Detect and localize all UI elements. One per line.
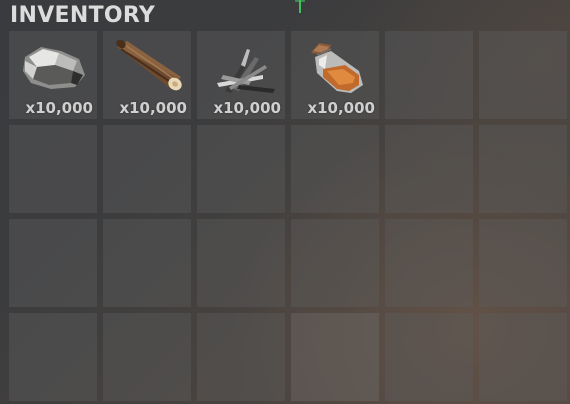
inventory-slot-13[interactable] xyxy=(9,219,97,307)
metal-fragments-icon xyxy=(217,49,275,93)
jar-icon xyxy=(311,43,363,93)
crosshair-marker-icon xyxy=(295,0,305,13)
inventory-slot-21[interactable] xyxy=(197,313,285,401)
item-quantity: x10,000 xyxy=(25,99,93,117)
inventory-slot-11[interactable] xyxy=(385,125,473,213)
stone-icon xyxy=(23,47,85,89)
inventory-slot-3[interactable]: x10,000 xyxy=(197,31,285,119)
inventory-slot-16[interactable] xyxy=(291,219,379,307)
inventory-grid: x10,000 x10,000 x10,000 x10,000 xyxy=(9,31,567,404)
inventory-slot-20[interactable] xyxy=(103,313,191,401)
inventory-slot-19[interactable] xyxy=(9,313,97,401)
inventory-slot-5[interactable] xyxy=(385,31,473,119)
inventory-slot-18[interactable] xyxy=(479,219,567,307)
inventory-slot-14[interactable] xyxy=(103,219,191,307)
inventory-slot-10[interactable] xyxy=(291,125,379,213)
wood-log-icon xyxy=(116,39,182,91)
inventory-slot-6[interactable] xyxy=(479,31,567,119)
inventory-slot-12[interactable] xyxy=(479,125,567,213)
item-quantity: x10,000 xyxy=(213,99,281,117)
inventory-slot-7[interactable] xyxy=(9,125,97,213)
inventory-slot-24[interactable] xyxy=(479,313,567,401)
item-quantity: x10,000 xyxy=(307,99,375,117)
inventory-title: INVENTORY xyxy=(10,3,156,28)
inventory-slot-15[interactable] xyxy=(197,219,285,307)
item-quantity: x10,000 xyxy=(119,99,187,117)
inventory-slot-23[interactable] xyxy=(385,313,473,401)
inventory-slot-8[interactable] xyxy=(103,125,191,213)
inventory-slot-2[interactable]: x10,000 xyxy=(103,31,191,119)
inventory-slot-17[interactable] xyxy=(385,219,473,307)
inventory-slot-9[interactable] xyxy=(197,125,285,213)
inventory-slot-22[interactable] xyxy=(291,313,379,401)
inventory-slot-1[interactable]: x10,000 xyxy=(9,31,97,119)
inventory-slot-4[interactable]: x10,000 xyxy=(291,31,379,119)
